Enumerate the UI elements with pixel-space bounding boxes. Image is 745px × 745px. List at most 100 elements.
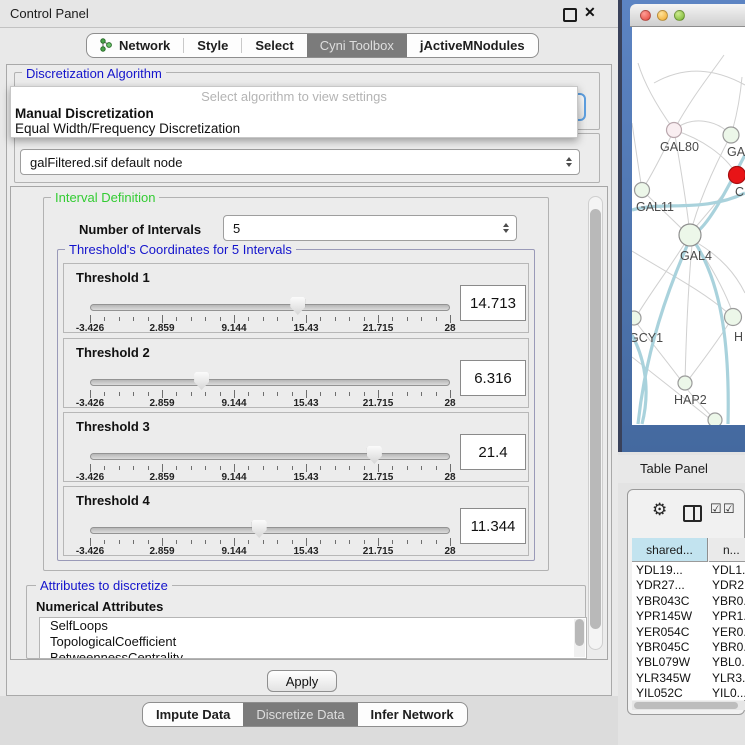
table-row[interactable]: YBL079WYBL0... <box>632 654 745 669</box>
tick-mark <box>378 538 379 546</box>
tick-mark <box>335 392 336 396</box>
network-canvas[interactable]: GAL80GACGAL11GAL4GCY1HHAP2 <box>632 27 745 425</box>
tab-infer-network[interactable]: Infer Network <box>358 703 467 726</box>
tick-mark <box>335 466 336 470</box>
close-traffic-icon[interactable] <box>640 10 651 21</box>
tick-mark <box>234 464 235 472</box>
tab-network[interactable]: Network <box>87 34 183 57</box>
slider-thumb-icon[interactable] <box>194 372 209 390</box>
slider-ticks <box>90 390 450 398</box>
tick-mark <box>407 317 408 321</box>
network-node-h[interactable] <box>725 309 742 326</box>
tick-mark <box>191 466 192 470</box>
network-edge <box>674 55 724 130</box>
tab-jactivemnodules[interactable]: jActiveMNodules <box>407 34 538 57</box>
threshold-slider-track[interactable] <box>90 527 450 534</box>
tab-impute-data[interactable]: Impute Data <box>143 703 243 726</box>
column-header-name[interactable]: n... <box>709 538 745 562</box>
tab-cyni-toolbox[interactable]: Cyni Toolbox <box>307 34 407 57</box>
network-window: GAL80GACGAL11GAL4GCY1HHAP2 <box>630 4 745 447</box>
slider-thumb-icon[interactable] <box>367 446 382 464</box>
tick-label: 15.43 <box>293 472 318 483</box>
checkbox-icon[interactable]: ☑ <box>723 502 735 515</box>
panel-scrollbar[interactable] <box>588 196 603 650</box>
tick-mark <box>436 317 437 321</box>
tick-mark <box>205 317 206 321</box>
threshold-slider-track[interactable] <box>90 304 450 311</box>
bottom-tab-bar: Impute Data Discretize DataInfer Network <box>142 702 468 727</box>
gear-icon[interactable]: ⚙ <box>652 501 667 518</box>
checkbox-icon[interactable]: ☑ <box>710 502 722 515</box>
split-pane-icon[interactable] <box>683 505 702 522</box>
network-node-gal80[interactable] <box>667 123 682 138</box>
list-item-selfloops[interactable]: SelfLoops <box>40 618 586 634</box>
network-node-c[interactable] <box>729 167 745 184</box>
threshold-value-field[interactable]: 6.316 <box>460 360 526 396</box>
network-node-ga[interactable] <box>723 127 739 143</box>
table-row[interactable]: YPR145WYPR1... <box>632 608 745 623</box>
zoom-traffic-icon[interactable] <box>674 10 685 21</box>
slider-thumb-icon[interactable] <box>290 297 305 315</box>
network-node-hap2[interactable] <box>678 376 692 390</box>
list-item-betweennesscentrality[interactable]: BetweennessCentrality <box>40 650 586 659</box>
network-node-gal11[interactable] <box>635 183 650 198</box>
tick-mark <box>234 390 235 398</box>
numerical-attributes-list[interactable]: SelfLoopsTopologicalCoefficientBetweenne… <box>39 617 587 659</box>
table-hscrollbar[interactable] <box>632 701 745 710</box>
popup-option-equal-width-frequency[interactable]: Equal Width/Frequency Discretization <box>15 121 240 136</box>
slider-ticks <box>90 315 450 323</box>
network-window-titlebar[interactable] <box>630 4 745 27</box>
number-of-intervals-combo[interactable]: 5 <box>223 215 517 241</box>
table-row[interactable]: YDR27...YDR2... <box>632 577 745 592</box>
threshold-value-field[interactable]: 21.4 <box>460 434 526 470</box>
threshold-value-field[interactable]: 11.344 <box>460 508 526 544</box>
table-hscrollbar-thumb[interactable] <box>634 702 738 709</box>
tab-select[interactable]: Select <box>242 34 306 57</box>
panel-scrollbar-thumb[interactable] <box>590 209 601 629</box>
list-item-topologicalcoefficient[interactable]: TopologicalCoefficient <box>40 634 586 650</box>
column-header-shared-name[interactable]: shared... <box>632 538 708 562</box>
threshold-slider-track[interactable] <box>90 379 450 386</box>
tick-mark <box>407 540 408 544</box>
tick-mark <box>220 392 221 396</box>
tab-label: Impute Data <box>156 707 230 722</box>
minimize-traffic-icon[interactable] <box>657 10 668 21</box>
table-row[interactable]: YBR043CYBR0... <box>632 593 745 608</box>
network-edge <box>685 245 692 383</box>
table-row[interactable]: YLR345WYLR3... <box>632 670 745 685</box>
close-icon[interactable]: ✕ <box>584 4 596 21</box>
table-row[interactable]: YDL19...YDL1... <box>632 562 745 577</box>
table-row[interactable]: YER054CYER0... <box>632 624 745 639</box>
network-node-gcy1[interactable] <box>632 311 641 325</box>
tick-mark <box>450 464 451 472</box>
float-window-icon[interactable] <box>563 8 577 22</box>
tick-mark <box>292 466 293 470</box>
list-scrollbar-thumb[interactable] <box>575 619 584 646</box>
slider-tick-labels: -3.4262.8599.14415.4321.71528 <box>90 546 450 557</box>
tab-discretize-data[interactable]: Discretize Data <box>243 703 357 726</box>
node-label: C <box>735 185 744 199</box>
cell-shared-name: YBR043C <box>636 594 689 608</box>
threshold-slider-track[interactable] <box>90 453 450 460</box>
network-icon <box>100 38 113 53</box>
numerical-attributes-label: Numerical Attributes <box>36 599 163 614</box>
tick-mark <box>450 390 451 398</box>
slider-thumb-icon[interactable] <box>252 520 267 538</box>
tick-mark <box>133 540 134 544</box>
algorithm-group-title: Discretization Algorithm <box>22 66 166 81</box>
tab-style[interactable]: Style <box>184 34 241 57</box>
network-node-gal4[interactable] <box>679 224 701 246</box>
table-body: YDL19...YDL1...YDR27...YDR2...YBR043CYBR… <box>632 562 745 700</box>
tick-mark <box>335 317 336 321</box>
apply-button[interactable]: Apply <box>267 670 337 692</box>
tick-label: 15.43 <box>293 323 318 334</box>
cell-name: YPR1... <box>712 609 745 623</box>
table-row[interactable]: YIL052CYIL0... <box>632 685 745 700</box>
list-scrollbar[interactable] <box>574 619 585 657</box>
popup-option-manual-discretization[interactable]: Manual Discretization <box>15 106 154 121</box>
table-row[interactable]: YBR045CYBR0... <box>632 639 745 654</box>
threshold-panel-4: Threshold 4-3.4262.8599.14415.4321.71528… <box>63 486 529 556</box>
table-data-combo[interactable]: galFiltered.sif default node <box>20 149 580 175</box>
network-node[interactable] <box>708 413 722 425</box>
threshold-value-field[interactable]: 14.713 <box>460 285 526 321</box>
